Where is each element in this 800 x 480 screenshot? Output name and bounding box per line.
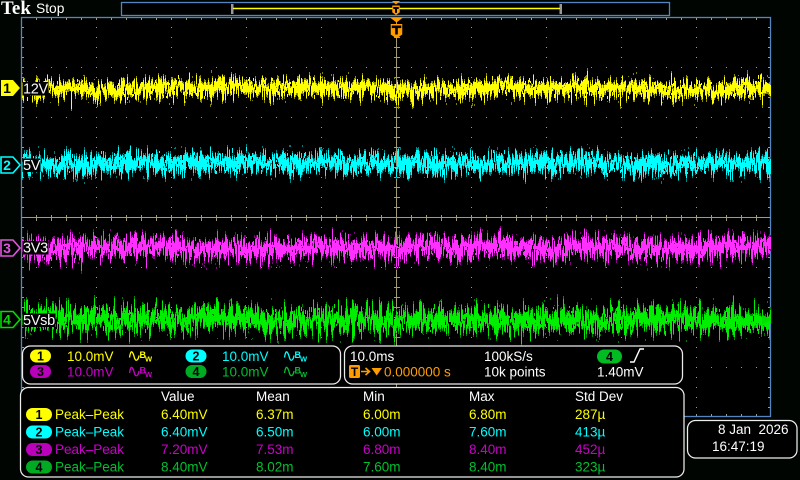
svg-text:4: 4	[36, 461, 43, 475]
svg-text:8.40m: 8.40m	[469, 460, 507, 475]
svg-text:5V: 5V	[23, 158, 41, 174]
svg-text:Stop: Stop	[36, 1, 65, 16]
svg-text:W: W	[300, 355, 308, 364]
svg-text:1: 1	[37, 350, 44, 364]
svg-text:6.00m: 6.00m	[363, 407, 401, 422]
svg-text:100kS/s: 100kS/s	[484, 349, 533, 364]
svg-text:6.00m: 6.00m	[363, 425, 401, 440]
svg-text:6.50m: 6.50m	[256, 425, 294, 440]
svg-text:16:47:19: 16:47:19	[712, 439, 765, 454]
svg-text:7.53m: 7.53m	[256, 442, 294, 457]
svg-text:10k points: 10k points	[484, 365, 546, 380]
svg-text:2: 2	[3, 157, 11, 173]
svg-text:Peak–Peak: Peak–Peak	[55, 442, 124, 457]
svg-text:Tek: Tek	[1, 0, 31, 19]
svg-text:1.40mV: 1.40mV	[597, 365, 644, 380]
svg-text:4: 4	[193, 365, 200, 379]
svg-text:W: W	[300, 370, 308, 379]
svg-text:Std Dev: Std Dev	[575, 389, 623, 404]
svg-text:7.60m: 7.60m	[363, 460, 401, 475]
svg-text:W: W	[145, 355, 153, 364]
svg-text:8.02m: 8.02m	[256, 460, 294, 475]
svg-text:0.000000 s: 0.000000 s	[384, 365, 451, 380]
svg-text:3: 3	[36, 443, 43, 457]
svg-text:3V3: 3V3	[23, 241, 48, 257]
svg-text:T: T	[351, 365, 359, 379]
svg-text:4: 4	[606, 350, 613, 364]
svg-text:8 Jan 2026: 8 Jan 2026	[718, 422, 789, 437]
svg-text:Mean: Mean	[256, 389, 290, 404]
svg-text:10.0mV: 10.0mV	[222, 349, 269, 364]
svg-text:6.40mV: 6.40mV	[161, 407, 208, 422]
svg-text:Max: Max	[469, 389, 495, 404]
svg-text:3: 3	[3, 240, 11, 256]
svg-text:5Vsb: 5Vsb	[23, 313, 55, 329]
svg-text:323µ: 323µ	[575, 460, 606, 475]
svg-text:Peak–Peak: Peak–Peak	[55, 407, 124, 422]
svg-text:Peak–Peak: Peak–Peak	[55, 460, 124, 475]
svg-text:452µ: 452µ	[575, 442, 606, 457]
svg-text:2: 2	[193, 350, 200, 364]
svg-text:Value: Value	[161, 389, 195, 404]
svg-text:10.0ms: 10.0ms	[350, 349, 395, 364]
svg-text:6.37m: 6.37m	[256, 407, 294, 422]
svg-text:1: 1	[36, 408, 43, 422]
svg-text:7.20mV: 7.20mV	[161, 442, 208, 457]
svg-text:8.40m: 8.40m	[469, 442, 507, 457]
svg-text:12V: 12V	[23, 82, 49, 98]
svg-text:Peak–Peak: Peak–Peak	[55, 425, 124, 440]
svg-text:Min: Min	[363, 389, 385, 404]
svg-text:10.0mV: 10.0mV	[222, 365, 269, 380]
svg-text:6.80m: 6.80m	[363, 442, 401, 457]
svg-text:3: 3	[37, 365, 44, 379]
svg-text:6.80m: 6.80m	[469, 407, 507, 422]
svg-text:W: W	[145, 370, 153, 379]
svg-text:10.0mV: 10.0mV	[67, 365, 114, 380]
svg-text:8.40mV: 8.40mV	[161, 460, 208, 475]
svg-text:4: 4	[3, 312, 11, 328]
svg-text:7.60m: 7.60m	[469, 425, 507, 440]
svg-text:2: 2	[36, 426, 43, 440]
svg-text:413µ: 413µ	[575, 425, 606, 440]
svg-text:10.0mV: 10.0mV	[67, 349, 114, 364]
svg-text:1: 1	[3, 80, 11, 96]
svg-text:6.40mV: 6.40mV	[161, 425, 208, 440]
svg-text:287µ: 287µ	[575, 407, 606, 422]
